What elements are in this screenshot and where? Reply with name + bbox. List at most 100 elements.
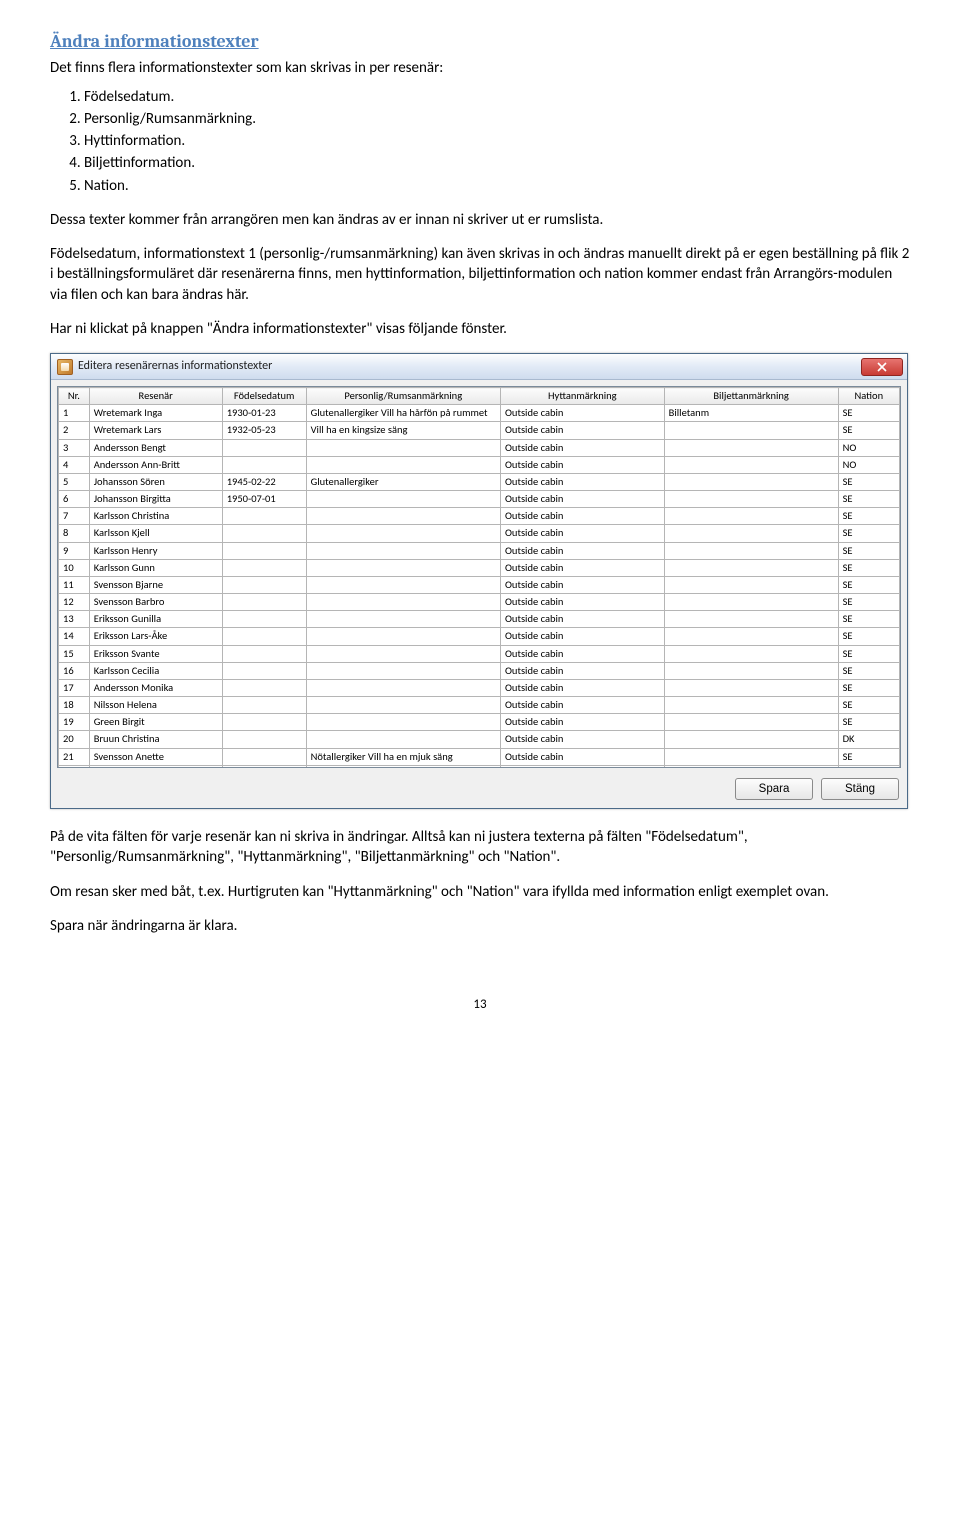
table-cell[interactable]: Andersson Ann-Britt (89, 456, 222, 473)
table-row[interactable]: 2Wretemark Lars1932-05-23Vill ha en king… (59, 422, 900, 439)
table-cell[interactable]: Outside cabin (500, 765, 664, 768)
table-cell[interactable]: 21 (59, 748, 90, 765)
table-cell[interactable]: 6 (59, 491, 90, 508)
table-cell[interactable] (306, 714, 500, 731)
table-cell[interactable] (306, 645, 500, 662)
table-cell[interactable]: Andersson Bengt (89, 439, 222, 456)
table-cell[interactable] (664, 697, 838, 714)
column-header-nr[interactable]: Nr. (59, 388, 90, 405)
table-cell[interactable] (222, 645, 306, 662)
table-cell[interactable] (664, 714, 838, 731)
table-cell[interactable]: 11 (59, 576, 90, 593)
table-cell[interactable]: 13 (59, 611, 90, 628)
table-cell[interactable]: 10 (59, 559, 90, 576)
table-cell[interactable]: 20 (59, 731, 90, 748)
table-cell[interactable]: 1975-12-31 (222, 765, 306, 768)
table-cell[interactable] (664, 645, 838, 662)
table-row[interactable]: 12Svensson BarbroOutside cabinSE (59, 594, 900, 611)
table-cell[interactable] (306, 508, 500, 525)
table-cell[interactable]: 7 (59, 508, 90, 525)
table-cell[interactable] (664, 525, 838, 542)
table-cell[interactable]: SE (838, 491, 899, 508)
table-cell[interactable] (306, 559, 500, 576)
table-cell[interactable]: SE (838, 473, 899, 490)
table-cell[interactable]: 3 (59, 439, 90, 456)
table-cell[interactable]: Vill ha en kingsize säng (306, 422, 500, 439)
table-cell[interactable] (222, 559, 306, 576)
table-cell[interactable] (306, 679, 500, 696)
table-cell[interactable]: NO (838, 456, 899, 473)
table-cell[interactable]: 14 (59, 628, 90, 645)
table-row[interactable]: 22Karlsson Yngve1975-12-31Dammallergiker… (59, 765, 900, 768)
table-cell[interactable]: 15 (59, 645, 90, 662)
table-cell[interactable]: Svensson Anette (89, 748, 222, 765)
table-cell[interactable] (222, 611, 306, 628)
table-row[interactable]: 17Andersson MonikaOutside cabinSE (59, 679, 900, 696)
table-cell[interactable] (222, 439, 306, 456)
table-cell[interactable]: Outside cabin (500, 508, 664, 525)
table-cell[interactable]: Andersson Monika (89, 679, 222, 696)
table-cell[interactable] (664, 576, 838, 593)
table-cell[interactable] (306, 576, 500, 593)
column-header-dob[interactable]: Födelsedatum (222, 388, 306, 405)
table-cell[interactable]: SE (838, 542, 899, 559)
table-cell[interactable]: SE (838, 765, 899, 768)
table-cell[interactable]: Svensson Barbro (89, 594, 222, 611)
titlebar[interactable]: Editera resenärernas informationstexter (51, 354, 907, 380)
table-cell[interactable]: SE (838, 662, 899, 679)
table-cell[interactable]: Outside cabin (500, 473, 664, 490)
table-cell[interactable]: Eriksson Svante (89, 645, 222, 662)
column-header-resenar[interactable]: Resenär (89, 388, 222, 405)
table-cell[interactable]: DK (838, 731, 899, 748)
table-cell[interactable] (222, 679, 306, 696)
table-cell[interactable]: 8 (59, 525, 90, 542)
table-cell[interactable]: Svensson Bjarne (89, 576, 222, 593)
table-row[interactable]: 6Johansson Birgitta1950-07-01Outside cab… (59, 491, 900, 508)
table-cell[interactable]: Bruun Christina (89, 731, 222, 748)
table-cell[interactable] (306, 731, 500, 748)
table-cell[interactable]: SE (838, 508, 899, 525)
table-cell[interactable] (664, 456, 838, 473)
table-row[interactable]: 21Svensson Anette Nötallergiker Vill ha e… (59, 748, 900, 765)
table-cell[interactable]: Outside cabin (500, 491, 664, 508)
table-cell[interactable]: SE (838, 714, 899, 731)
table-cell[interactable]: SE (838, 422, 899, 439)
table-cell[interactable]: Outside cabin (500, 611, 664, 628)
table-row[interactable]: 9Karlsson HenryOutside cabinSE (59, 542, 900, 559)
table-cell[interactable]: 4 (59, 456, 90, 473)
table-cell[interactable] (664, 473, 838, 490)
table-cell[interactable]: Outside cabin (500, 697, 664, 714)
table-row[interactable]: 10Karlsson GunnOutside cabinSE (59, 559, 900, 576)
table-row[interactable]: 5Johansson Sören1945-02-22Glutenallergik… (59, 473, 900, 490)
table-cell[interactable] (222, 508, 306, 525)
table-cell[interactable] (306, 611, 500, 628)
table-row[interactable]: 4Andersson Ann-BrittOutside cabinNO (59, 456, 900, 473)
table-cell[interactable] (664, 628, 838, 645)
table-cell[interactable]: Outside cabin (500, 559, 664, 576)
table-cell[interactable]: Billettanmärkning (664, 765, 838, 768)
table-cell[interactable] (664, 748, 838, 765)
table-cell[interactable]: Wretemark Lars (89, 422, 222, 439)
table-cell[interactable]: Outside cabin (500, 576, 664, 593)
table-cell[interactable] (306, 491, 500, 508)
table-cell[interactable]: SE (838, 645, 899, 662)
table-cell[interactable]: NO (838, 439, 899, 456)
table-cell[interactable] (222, 456, 306, 473)
table-row[interactable]: 7Karlsson ChristinaOutside cabinSE (59, 508, 900, 525)
table-row[interactable]: 3Andersson Bengt Outside cabin NO (59, 439, 900, 456)
close-button[interactable] (861, 358, 903, 376)
table-row[interactable]: 20Bruun ChristinaOutside cabinDK (59, 731, 900, 748)
table-cell[interactable] (664, 508, 838, 525)
table-cell[interactable]: Outside cabin (500, 542, 664, 559)
table-cell[interactable] (664, 491, 838, 508)
table-cell[interactable]: Nötallergiker Vill ha en mjuk säng (306, 748, 500, 765)
column-header-hytt[interactable]: Hyttanmärkning (500, 388, 664, 405)
table-cell[interactable]: Karlsson Kjell (89, 525, 222, 542)
table-cell[interactable] (664, 679, 838, 696)
table-cell[interactable] (664, 611, 838, 628)
table-cell[interactable]: SE (838, 405, 899, 422)
table-cell[interactable]: Nilsson Helena (89, 697, 222, 714)
table-cell[interactable]: Outside cabin (500, 525, 664, 542)
table-cell[interactable]: Outside cabin (500, 439, 664, 456)
table-cell[interactable]: 19 (59, 714, 90, 731)
